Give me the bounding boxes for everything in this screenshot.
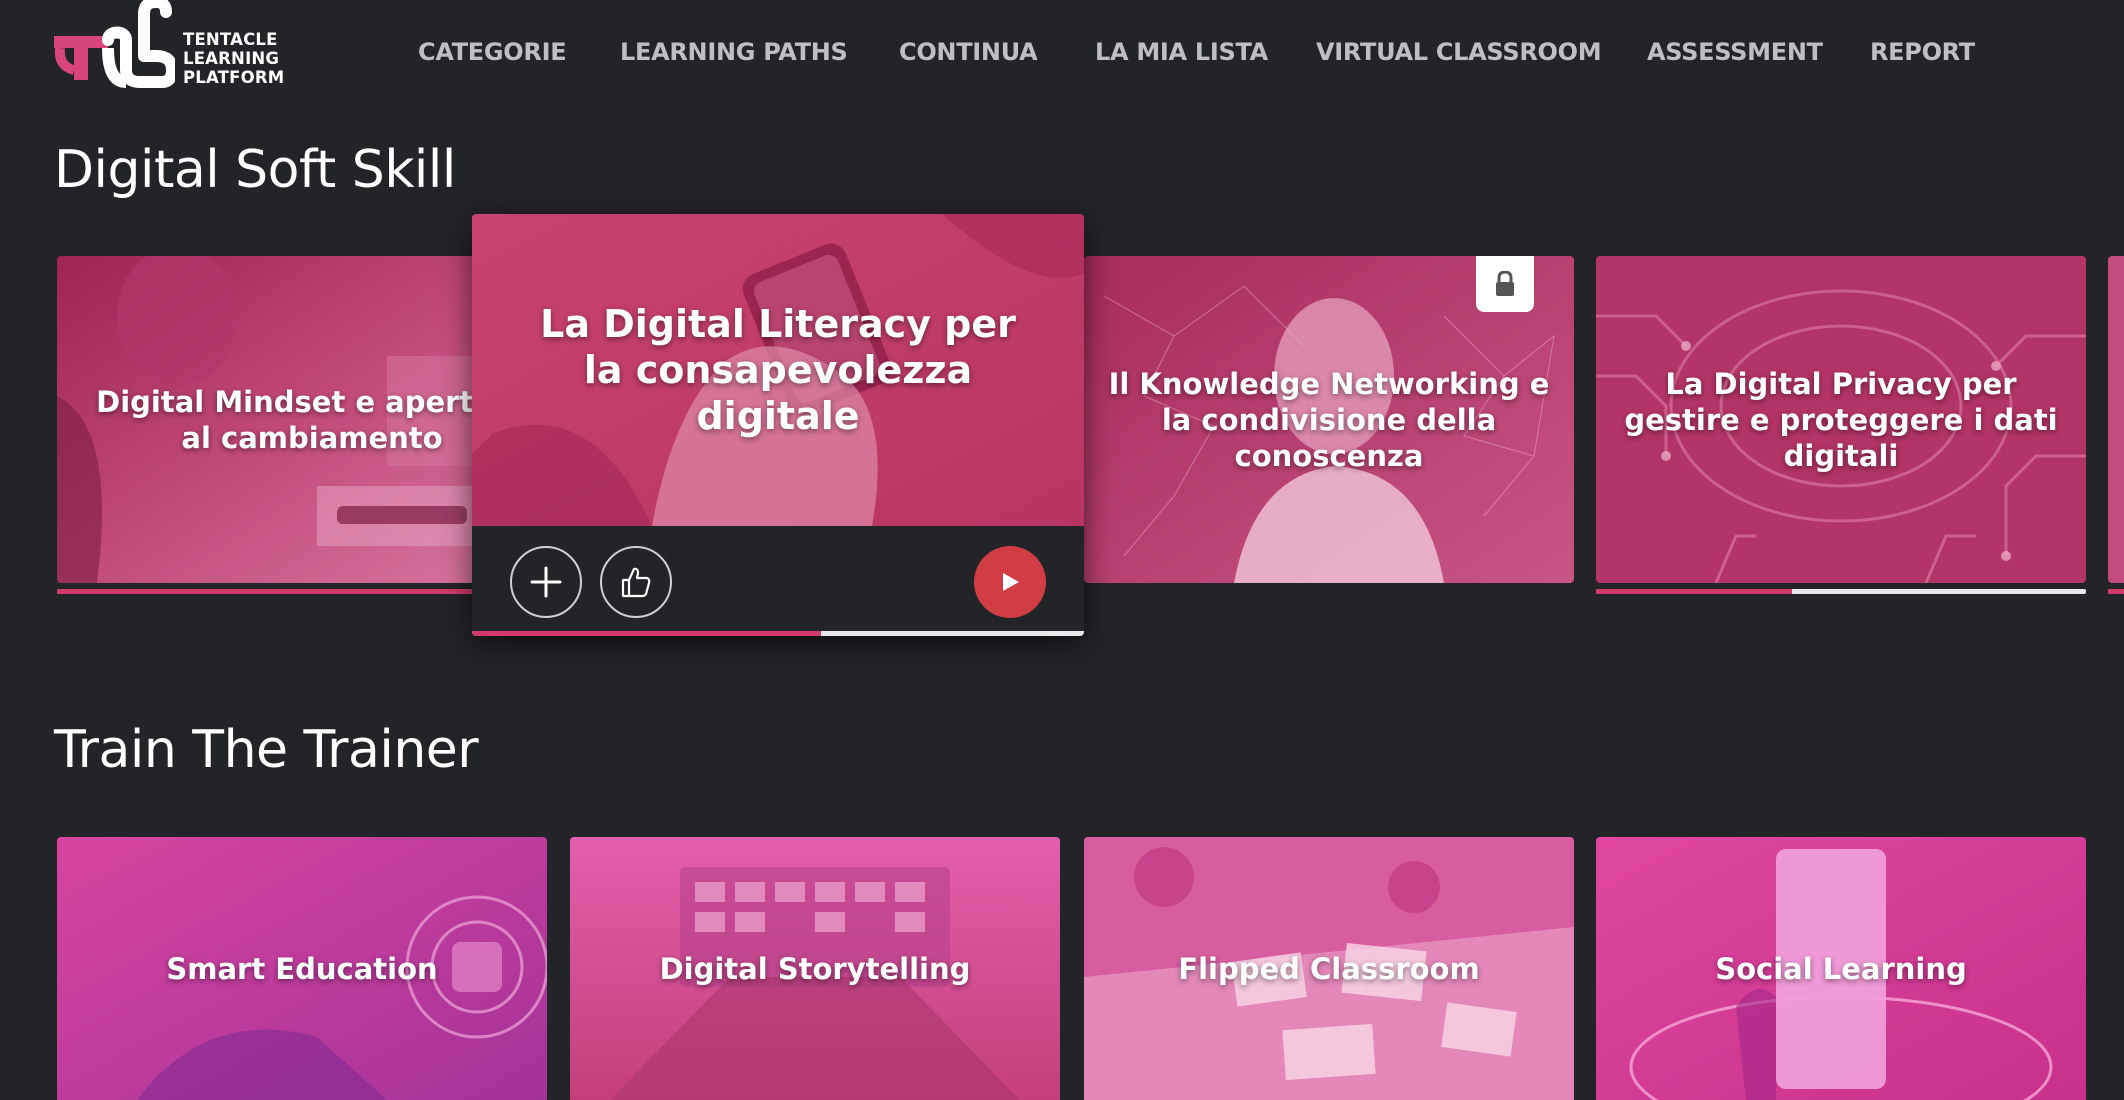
lock-badge xyxy=(1476,256,1534,312)
course-title: Il Knowledge Networking e la condivision… xyxy=(1108,366,1550,473)
course-title: La Digital Privacy per gestire e protegg… xyxy=(1624,366,2058,473)
nav-assessment[interactable]: ASSESSMENT xyxy=(1647,38,1823,66)
course-card-expanded[interactable]: La Digital Literacy per la consapevolezz… xyxy=(472,214,1084,636)
course-progress-fill xyxy=(472,631,821,636)
course-title: Smart Education xyxy=(166,951,438,986)
course-progress-bar xyxy=(2108,589,2124,594)
course-card[interactable]: Social Learning xyxy=(1596,837,2086,1100)
logo[interactable]: TENTACLE LEARNING PLATFORM xyxy=(50,0,300,90)
section-title: Digital Soft Skill xyxy=(54,140,456,200)
course-card[interactable]: Flipped Classroom xyxy=(1084,837,1574,1100)
logo-line: TENTACLE xyxy=(183,30,278,49)
nav-categorie[interactable]: CATEGORIE xyxy=(418,38,567,66)
course-title: Social Learning xyxy=(1715,951,1967,986)
course-progress-fill xyxy=(2108,589,2124,594)
like-button[interactable] xyxy=(600,546,672,618)
nav-la-mia-lista[interactable]: LA MIA LISTA xyxy=(1095,38,1268,66)
logo-line: PLATFORM xyxy=(183,68,285,87)
lock-icon xyxy=(1496,271,1514,296)
logo-text: TENTACLE LEARNING PLATFORM xyxy=(183,30,313,87)
course-progress-fill xyxy=(57,589,489,594)
thumbs-up-icon xyxy=(621,567,651,598)
play-button[interactable] xyxy=(974,546,1046,618)
course-title: Flipped Classroom xyxy=(1178,951,1480,986)
logo-line: LEARNING xyxy=(183,49,280,68)
nav-report[interactable]: REPORT xyxy=(1870,38,1975,66)
plus-icon xyxy=(530,566,562,598)
course-title: La Digital Literacy per la consapevolezz… xyxy=(540,302,1016,438)
course-card[interactable]: Digital Storytelling xyxy=(570,837,1060,1100)
top-header: TENTACLE LEARNING PLATFORM CATEGORIE LEA… xyxy=(0,0,2124,112)
course-thumbnail xyxy=(2108,256,2124,583)
section-title: Train The Trainer xyxy=(54,720,479,780)
course-card[interactable]: Smart Education xyxy=(57,837,547,1100)
add-to-list-button[interactable] xyxy=(510,546,582,618)
nav-learning-paths[interactable]: LEARNING PATHS xyxy=(620,38,848,66)
course-progress-bar xyxy=(472,631,1084,636)
course-progress-fill xyxy=(1596,589,1792,594)
course-actions xyxy=(472,526,1084,636)
course-thumbnail: La Digital Literacy per la consapevolezz… xyxy=(472,214,1084,526)
tlp-logo-icon xyxy=(54,0,175,88)
course-card[interactable]: Il Knowledge Networking e la condivision… xyxy=(1084,256,1574,583)
nav-continua[interactable]: CONTINUA xyxy=(899,38,1038,66)
course-card[interactable]: La Digital Privacy per gestire e protegg… xyxy=(1596,256,2086,583)
nav-virtual-classroom[interactable]: VIRTUAL CLASSROOM xyxy=(1316,38,1602,66)
play-icon xyxy=(1003,573,1019,591)
course-card-partial[interactable] xyxy=(2108,256,2124,583)
course-progress-bar xyxy=(1596,589,2086,594)
course-title: Digital Storytelling xyxy=(659,951,971,986)
